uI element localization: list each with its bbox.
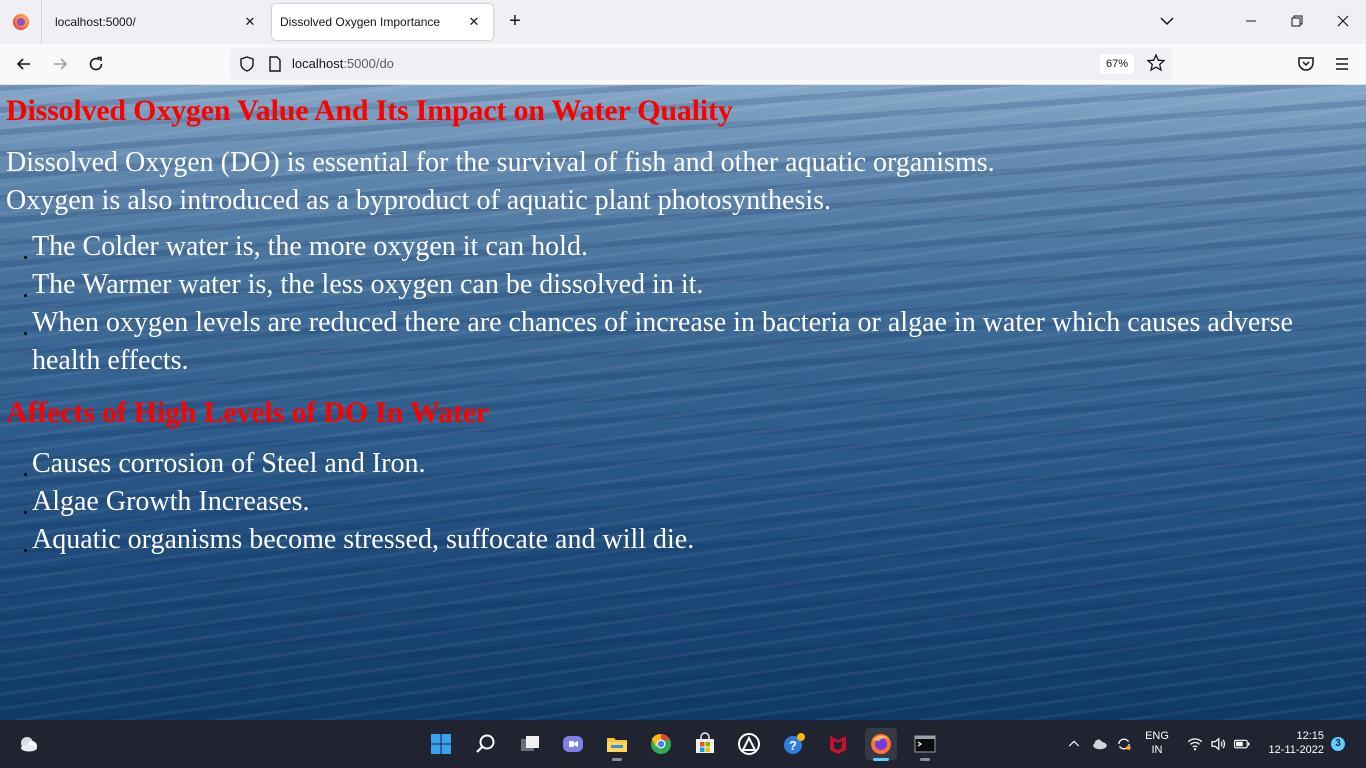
section-heading: Affects of High Levels of DO In Water xyxy=(6,396,489,429)
arrow-right-icon xyxy=(54,58,68,70)
onedrive-icon[interactable] xyxy=(1088,728,1112,760)
reload-button[interactable] xyxy=(84,52,108,76)
tab-title: Dissolved Oxygen Importance xyxy=(280,15,441,29)
battery-icon[interactable] xyxy=(1231,728,1253,760)
close-window-button[interactable] xyxy=(1328,6,1358,36)
language-code: ENG xyxy=(1145,730,1169,742)
mcafee-icon[interactable] xyxy=(822,728,854,760)
file-explorer-icon[interactable] xyxy=(601,728,633,761)
close-icon xyxy=(1337,15,1349,27)
chevron-up-icon[interactable] xyxy=(1062,728,1086,760)
list-item: When oxygen levels are reduced there are… xyxy=(6,304,1296,380)
start-icon[interactable] xyxy=(425,728,457,760)
firefox-icon xyxy=(12,14,29,30)
new-tab-button[interactable]: + xyxy=(504,10,526,32)
page-content: Dissolved Oxygen Value And Its Impact on… xyxy=(0,85,1366,559)
forward-button[interactable] xyxy=(48,52,72,76)
chrome-icon[interactable] xyxy=(645,728,677,760)
active-indicator xyxy=(873,758,889,761)
firefox-taskbar-icon[interactable] xyxy=(865,728,897,761)
back-button[interactable] xyxy=(12,52,36,76)
minimize-button[interactable] xyxy=(1236,6,1266,36)
reload-icon xyxy=(89,56,103,71)
restore-button[interactable] xyxy=(1282,6,1312,36)
task-view-icon[interactable] xyxy=(514,728,546,760)
tab-dissolved-oxygen[interactable]: Dissolved Oxygen Importance ✕ xyxy=(272,4,493,40)
tab-localhost[interactable]: localhost:5000/ ✕ xyxy=(43,4,269,40)
weather-icon[interactable] xyxy=(13,728,45,760)
restore-icon xyxy=(1291,15,1303,27)
language-indicator[interactable]: ENG IN xyxy=(1142,729,1172,757)
close-icon[interactable]: ✕ xyxy=(241,13,259,31)
arrow-left-icon xyxy=(16,58,30,70)
shield-icon[interactable] xyxy=(238,55,256,73)
clock-time: 12:15 xyxy=(1296,730,1324,742)
wifi-icon[interactable] xyxy=(1184,728,1206,760)
region-code: IN xyxy=(1151,744,1163,756)
list-item: The Warmer water is, the less oxygen can… xyxy=(6,266,1296,304)
url-bar[interactable]: localhost:5000/do 67% xyxy=(230,48,1172,80)
sync-icon[interactable] xyxy=(1112,728,1136,760)
intro-line-2: Oxygen is also introduced as a byproduct… xyxy=(6,185,832,216)
intro-paragraph: Dissolved Oxygen (DO) is essential for t… xyxy=(6,144,1366,220)
url-path: :5000/do xyxy=(343,56,394,71)
list-item: Algae Growth Increases. xyxy=(6,483,1296,521)
url-text[interactable]: localhost:5000/do xyxy=(292,56,394,71)
close-icon[interactable]: ✕ xyxy=(465,13,483,31)
minimize-icon xyxy=(1246,20,1256,22)
hamburger-menu-icon[interactable] xyxy=(1332,54,1352,74)
store-icon[interactable] xyxy=(689,728,721,760)
tab-strip: localhost:5000/ ✕ Dissolved Oxygen Impor… xyxy=(0,0,1366,44)
chevron-down-icon xyxy=(1160,17,1174,26)
page-icon[interactable] xyxy=(266,55,284,73)
list-all-tabs-button[interactable] xyxy=(1156,10,1178,32)
teams-chat-icon[interactable] xyxy=(557,728,589,760)
list-item: The Colder water is, the more oxygen it … xyxy=(6,228,1296,266)
terminal-icon[interactable] xyxy=(909,728,941,761)
svg-text:?: ? xyxy=(789,738,797,753)
taskbar: ? ENG IN 12:15 12-11-2022 xyxy=(0,720,1366,768)
list-item: Causes corrosion of Steel and Iron. xyxy=(6,445,1296,483)
url-host: localhost xyxy=(292,56,344,71)
navigation-toolbar: localhost:5000/do 67% xyxy=(0,44,1366,85)
page-title: Dissolved Oxygen Value And Its Impact on… xyxy=(6,94,733,127)
volume-icon[interactable] xyxy=(1207,728,1229,760)
tab-title: localhost:5000/ xyxy=(55,15,136,29)
clock-date: 12-11-2022 xyxy=(1268,744,1324,756)
intro-line-1: Dissolved Oxygen (DO) is essential for t… xyxy=(6,147,995,178)
clock[interactable]: 12:15 12-11-2022 xyxy=(1258,729,1330,757)
running-indicator xyxy=(920,758,930,761)
high-do-effects-list: Causes corrosion of Steel and Iron. Alga… xyxy=(6,445,1366,559)
firefox-view-button[interactable] xyxy=(0,0,42,44)
notification-badge[interactable]: 3 xyxy=(1331,737,1345,751)
list-item: Aquatic organisms become stressed, suffo… xyxy=(6,521,1296,559)
running-indicator xyxy=(612,758,622,761)
bookmark-star-icon[interactable] xyxy=(1146,53,1168,75)
help-icon[interactable]: ? xyxy=(778,728,810,760)
app-icon[interactable] xyxy=(733,728,765,760)
search-icon[interactable] xyxy=(470,728,502,760)
temperature-facts-list: The Colder water is, the more oxygen it … xyxy=(6,228,1366,380)
page-viewport: Dissolved Oxygen Value And Its Impact on… xyxy=(0,85,1366,720)
zoom-reset-button[interactable]: 67% xyxy=(1100,54,1135,74)
pocket-icon[interactable] xyxy=(1296,54,1316,74)
